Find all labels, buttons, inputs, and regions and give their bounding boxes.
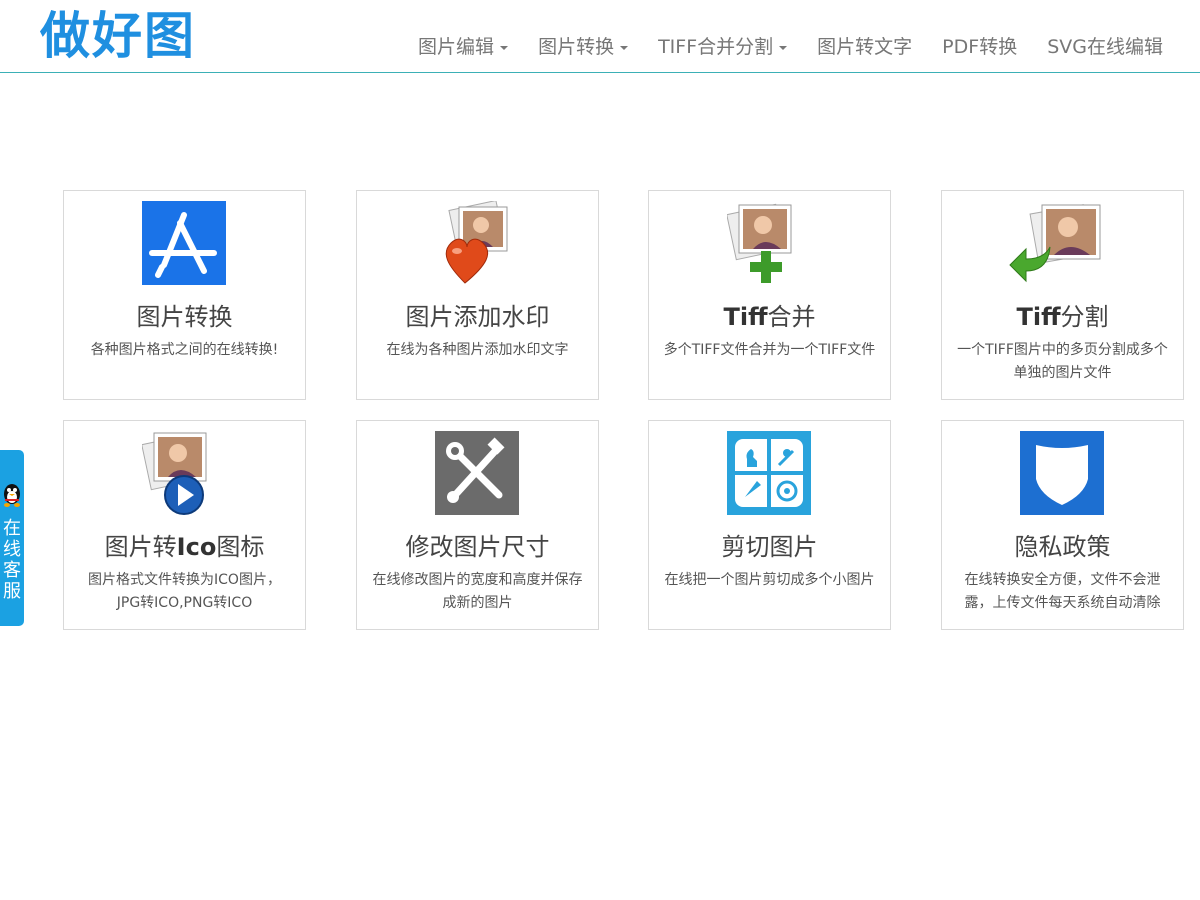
title-pre: 图片转: [104, 533, 177, 561]
title-latin: Tiff: [723, 303, 768, 331]
top-navbar: 做好图 图片编辑 图片转换 TIFF合并分割 图片转文字 PDF转换 SVG在线…: [0, 0, 1200, 73]
card-desc: 一个TIFF图片中的多页分割成多个单独的图片文件: [957, 342, 1168, 381]
photo-heart-icon: [435, 199, 519, 285]
photo-arrow-icon: [1004, 201, 1120, 285]
card-desc: 各种图片格式之间的在线转换!: [90, 342, 279, 358]
caret-down-icon: [620, 45, 629, 50]
title-latin: Tiff: [1016, 303, 1061, 331]
qq-penguin-icon: [2, 482, 22, 512]
app-store-icon: [142, 201, 226, 285]
card-privacy[interactable]: 隐私政策 在线转换安全方便，文件不会泄露，上传文件每天系统自动清除: [941, 420, 1184, 630]
nav-tiff[interactable]: TIFF合并分割: [643, 30, 802, 64]
card-desc: 在线为各种图片添加水印文字: [386, 342, 569, 358]
photo-play-icon: [141, 431, 226, 515]
card-title: 图片转换: [136, 303, 233, 331]
caret-down-icon: [779, 45, 788, 50]
card-desc: 多个TIFF文件合并为一个TIFF文件: [663, 342, 876, 358]
nav-image-convert[interactable]: 图片转换: [523, 30, 643, 64]
title-rest: 图标: [216, 533, 265, 561]
card-title: 隐私政策: [1014, 533, 1111, 561]
card-title: 图片添加水印: [405, 303, 550, 331]
card-image-to-ico[interactable]: 图片转Ico图标 图片格式文件转换为ICO图片，JPG转ICO,PNG转ICO: [63, 420, 306, 630]
card-desc: 在线修改图片的宽度和高度并保存成新的图片: [372, 572, 583, 611]
card-tiff-merge[interactable]: Tiff合并 多个TIFF文件合并为一个TIFF文件: [648, 190, 891, 400]
shield-icon: [1020, 431, 1104, 515]
nav-image-to-text[interactable]: 图片转文字: [802, 30, 927, 64]
online-service-label: 在线客服: [3, 518, 21, 602]
caret-down-icon: [500, 45, 509, 50]
nav-label: 图片转文字: [817, 36, 913, 58]
nav-svg-editor[interactable]: SVG在线编辑: [1032, 30, 1178, 64]
card-image-convert[interactable]: 图片转换 各种图片格式之间的在线转换!: [63, 190, 306, 400]
card-title: Tiff合并: [649, 301, 890, 333]
main-nav: 图片编辑 图片转换 TIFF合并分割 图片转文字 PDF转换 SVG在线编辑: [403, 30, 1178, 64]
nav-pdf-convert[interactable]: PDF转换: [927, 30, 1032, 64]
nav-label: 图片转换: [538, 36, 615, 58]
card-title: 图片转Ico图标: [64, 531, 305, 563]
title-latin: Ico: [176, 533, 217, 561]
tools-icon: [435, 431, 519, 515]
card-tiff-split[interactable]: Tiff分割 一个TIFF图片中的多页分割成多个单独的图片文件: [941, 190, 1184, 400]
nav-label: SVG在线编辑: [1047, 36, 1163, 58]
nav-label: 图片编辑: [418, 36, 495, 58]
card-title: 修改图片尺寸: [405, 533, 550, 561]
nav-label: TIFF合并分割: [658, 36, 774, 58]
photo-plus-icon: [726, 201, 811, 285]
title-rest: 分割: [1060, 303, 1109, 331]
card-title: Tiff分割: [942, 301, 1183, 333]
nav-label: PDF转换: [942, 36, 1018, 58]
crop-grid-icon: [727, 431, 811, 515]
card-watermark[interactable]: 图片添加水印 在线为各种图片添加水印文字: [356, 190, 599, 400]
card-title: 剪切图片: [721, 533, 818, 561]
online-service-tab[interactable]: 在线客服: [0, 450, 24, 626]
card-desc: 在线转换安全方便，文件不会泄露，上传文件每天系统自动清除: [964, 572, 1161, 611]
title-rest: 合并: [767, 303, 816, 331]
card-resize[interactable]: 修改图片尺寸 在线修改图片的宽度和高度并保存成新的图片: [356, 420, 599, 630]
site-logo[interactable]: 做好图: [40, 4, 196, 68]
card-desc: 图片格式文件转换为ICO图片，JPG转ICO,PNG转ICO: [88, 572, 281, 611]
card-crop[interactable]: 剪切图片 在线把一个图片剪切成多个小图片: [648, 420, 891, 630]
card-desc: 在线把一个图片剪切成多个小图片: [664, 572, 875, 588]
nav-image-edit[interactable]: 图片编辑: [403, 30, 523, 64]
